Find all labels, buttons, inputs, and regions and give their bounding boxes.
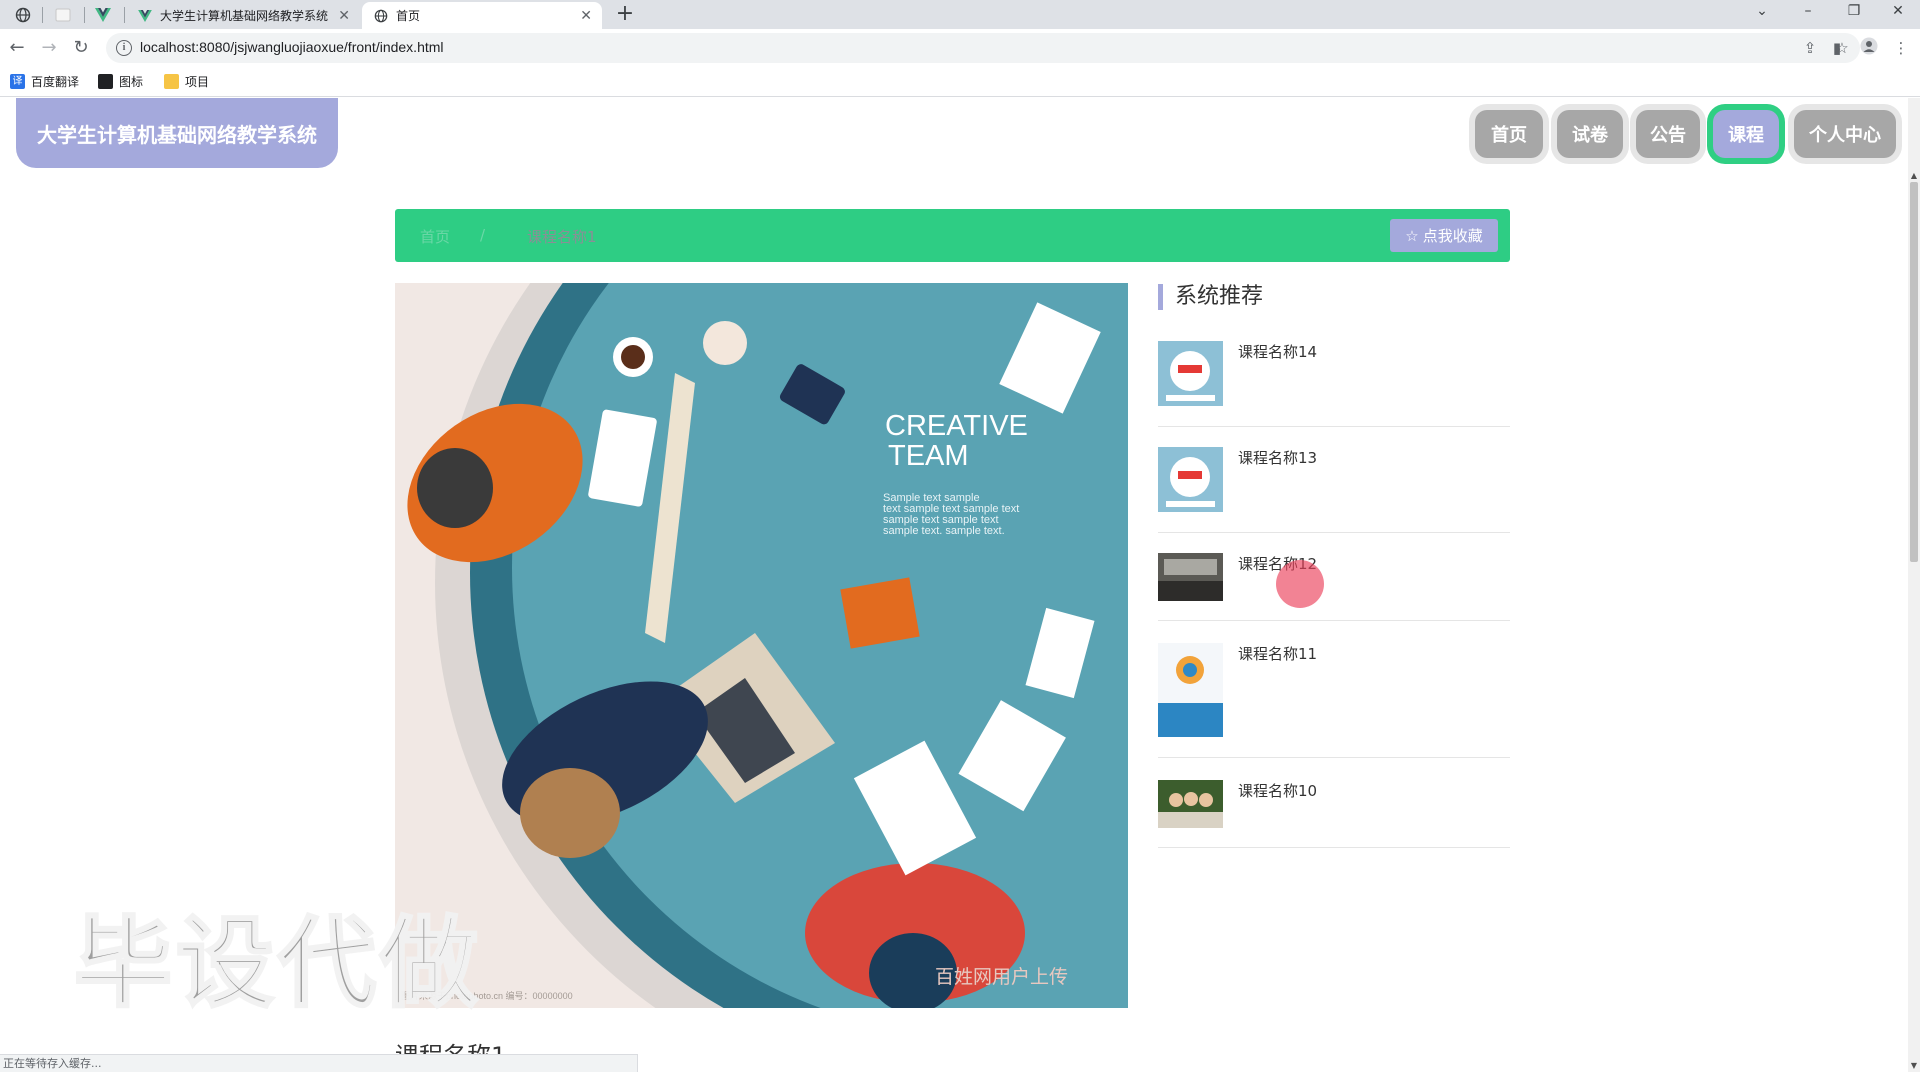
tab-separator [124,7,125,23]
bookmark-item-icons[interactable]: 图标 [98,73,143,90]
globe-icon[interactable] [6,3,40,27]
folder-icon [164,74,179,89]
recommend-item[interactable]: 课程名称12 [1158,553,1510,621]
nav-label: 试卷 [1557,110,1623,158]
course-thumbnail[interactable] [1158,341,1223,406]
nav-label: 课程 [1713,110,1779,158]
browser-tab-bar: 大学生计算机基础网络教学系统 ✕ 首页 ✕ + ⌄ – ❐ ✕ [0,0,1920,29]
bookmark-label: 图标 [119,75,144,89]
status-bar: 正在等待存入缓存... [0,1054,638,1072]
site-info-icon[interactable]: i [116,40,132,56]
site-logo[interactable]: 大学生计算机基础网络教学系统 [16,98,338,168]
course-thumbnail[interactable] [1158,553,1223,601]
breadcrumb-home-link[interactable]: 首页 [420,226,450,247]
bookmark-item-project[interactable]: 项目 [164,73,209,90]
nav-item-profile[interactable]: 个人中心 [1788,98,1902,170]
recommend-item[interactable]: 课程名称14 [1158,341,1510,427]
recommend-item[interactable]: 课程名称11 [1158,643,1510,758]
breadcrumb-current: 课程名称1 [527,228,597,246]
watermark-text: 毕设代做 [72,906,483,1023]
cover-credit-right: 百姓网用户上传 [935,966,1068,988]
tab-separator [84,7,85,23]
page-scrollbar[interactable]: ▲ ▼ [1908,98,1920,1072]
scroll-up-arrow-icon[interactable]: ▲ [1908,170,1920,182]
cursor-highlight [1276,560,1324,608]
collect-button-label: 点我收藏 [1422,227,1483,245]
star-outline-icon: ☆ [1405,226,1419,245]
recommend-item[interactable]: 课程名称13 [1158,447,1510,533]
bookmark-item-translate[interactable]: 译 百度翻译 [10,73,79,90]
tab-title: 首页 [396,9,421,23]
new-tab-button[interactable]: + [612,2,638,28]
close-tab-icon[interactable]: ✕ [338,8,350,24]
course-cover-image: CREATIVE TEAM Sample text sample text sa… [395,283,1128,1008]
cover-heading-line1: CREATIVE [885,410,1028,442]
cover-sample-text: sample text. sample text. [883,525,1005,537]
tab-home[interactable]: 首页 ✕ [362,2,602,29]
tab-search-chevron-icon[interactable]: ⌄ [1740,0,1784,26]
profile-avatar-icon[interactable] [1858,37,1880,59]
nav-item-exam[interactable]: 试卷 [1551,98,1629,170]
nav-item-course[interactable]: 课程 [1707,98,1785,170]
recommend-item-name[interactable]: 课程名称14 [1238,341,1317,362]
recommend-item-name[interactable]: 课程名称11 [1238,643,1317,664]
side-panel-icon[interactable]: ▮ [1826,37,1848,59]
course-thumbnail[interactable] [1158,447,1223,512]
back-arrow-icon[interactable]: ← [6,37,28,59]
more-menu-icon[interactable]: ⋮ [1890,37,1912,59]
nav-label: 公告 [1636,110,1700,158]
close-tab-icon[interactable]: ✕ [580,8,592,24]
nav-item-notice[interactable]: 公告 [1630,98,1706,170]
image-icon [98,74,113,89]
course-thumbnail[interactable] [1158,780,1223,828]
reload-icon[interactable]: ↻ [70,37,92,59]
page-viewport: 大学生计算机基础网络教学系统 首页 试卷 公告 课程 个人中心 首页 / 课程名… [0,98,1920,1072]
translate-icon: 译 [10,74,25,89]
nav-item-home[interactable]: 首页 [1469,98,1549,170]
recommend-item-name[interactable]: 课程名称10 [1238,780,1317,801]
bookmark-label: 项目 [185,75,210,89]
url-text[interactable]: localhost:8080/jsjwangluojiaoxue/front/i… [140,39,444,55]
restore-icon[interactable]: ❐ [1832,0,1876,26]
close-window-icon[interactable]: ✕ [1876,0,1920,26]
share-icon[interactable]: ⇪ [1800,38,1820,58]
scroll-thumb[interactable] [1910,182,1918,562]
address-toolbar: ← → ↻ i localhost:8080/jsjwangluojiaoxue… [0,29,1920,67]
minimize-icon[interactable]: – [1786,0,1830,26]
breadcrumb: 首页 / 课程名称1 ☆ 点我收藏 [395,209,1510,262]
course-thumbnail[interactable] [1158,643,1223,737]
vue-logo-icon[interactable] [86,3,120,27]
bookmark-label: 百度翻译 [31,75,80,89]
nav-label: 首页 [1475,110,1543,158]
breadcrumb-separator: / [480,226,486,244]
bookmarks-bar: 译 百度翻译 图标 项目 [0,67,1920,97]
nav-label: 个人中心 [1794,110,1896,158]
forward-arrow-icon[interactable]: → [38,37,60,59]
tab-title: 大学生计算机基础网络教学系统 [160,9,329,23]
tab-system[interactable]: 大学生计算机基础网络教学系统 ✕ [126,2,360,29]
tab-separator [42,7,43,23]
blank-page-icon[interactable] [46,3,80,27]
globe-icon [374,9,388,22]
recommend-title: 系统推荐 [1158,284,1263,310]
recommend-item-name[interactable]: 课程名称13 [1238,447,1317,468]
collect-button[interactable]: ☆ 点我收藏 [1390,219,1498,252]
recommend-item[interactable]: 课程名称10 [1158,780,1510,848]
vue-logo-icon [138,9,152,22]
cover-heading-line2: TEAM [888,440,969,472]
scroll-down-arrow-icon[interactable]: ▼ [1908,1060,1920,1072]
address-bar[interactable]: i localhost:8080/jsjwangluojiaoxue/front… [106,33,1860,63]
